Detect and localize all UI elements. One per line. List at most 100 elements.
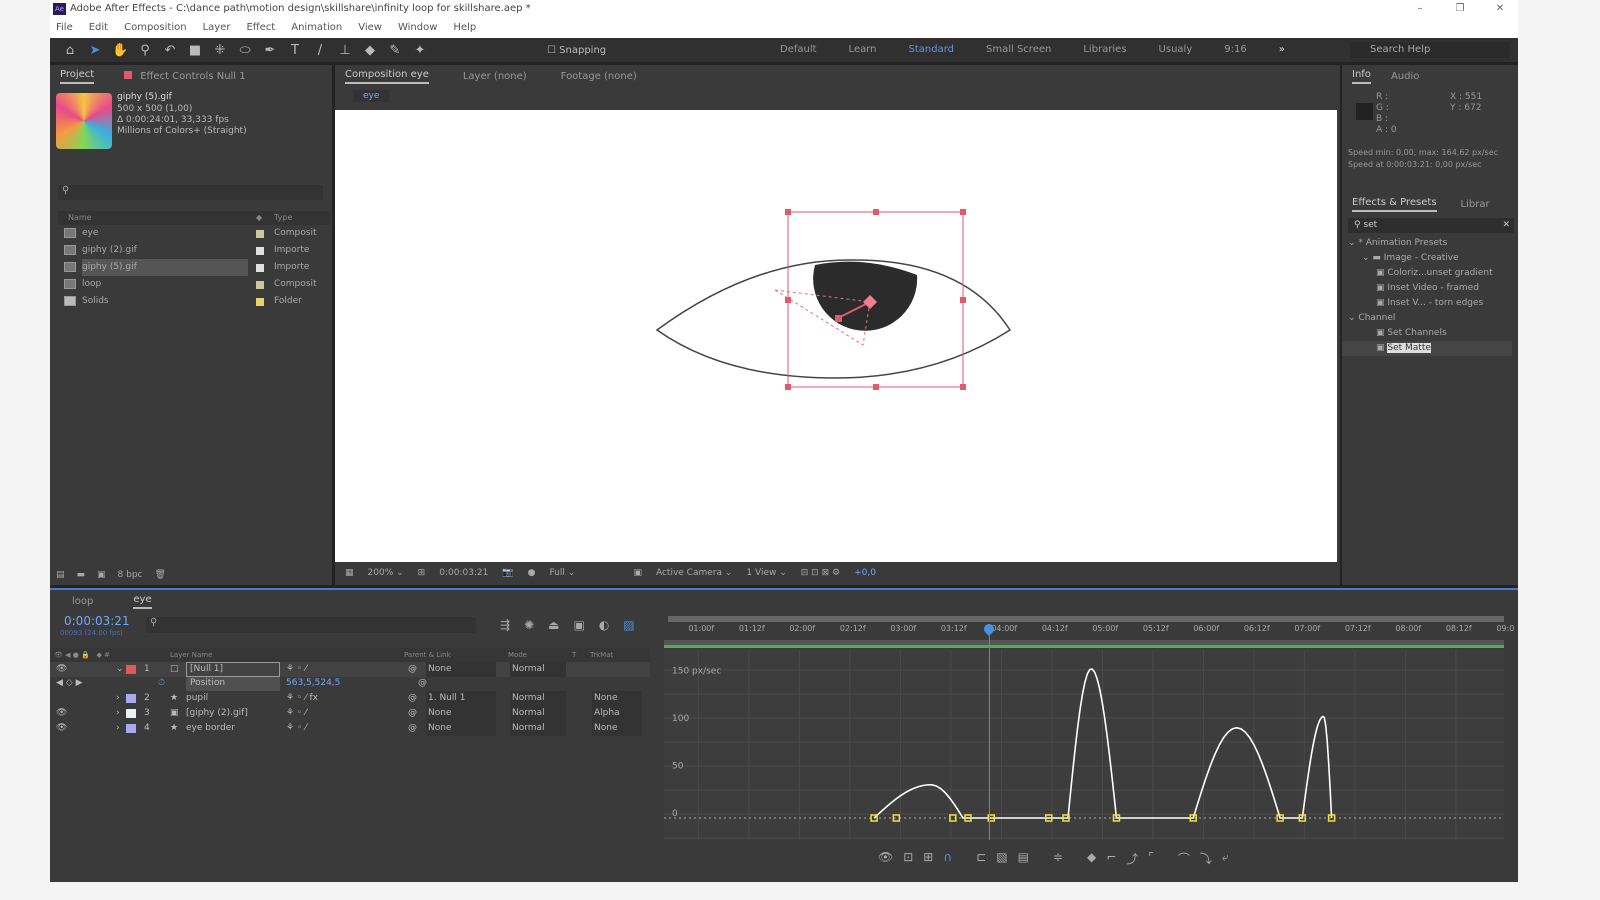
type-icon[interactable]: T [287, 43, 303, 58]
pickwhip-icon[interactable]: @ [408, 706, 417, 721]
fit-selection-icon[interactable]: ⊏ [976, 850, 986, 867]
timeline-search-input[interactable]: ⚲ [146, 617, 476, 633]
mode-dropdown[interactable]: Normal [510, 706, 566, 721]
views-dropdown[interactable]: 1 View ⌄ [746, 568, 786, 578]
layer-name[interactable]: [Null 1] [186, 662, 280, 677]
fit-all-icon[interactable]: ▧ [996, 850, 1007, 867]
project-item[interactable]: giphy (5).gif Importe [58, 259, 330, 276]
expand-chevron-icon[interactable]: › [116, 691, 120, 706]
separate-dimensions-icon[interactable]: ▤ [1018, 850, 1029, 867]
layer-row[interactable]: 👁 › 3 ▣ [giphy (2).gif] ⚘ ◦ ⁄ @ None Normal Alpha [50, 706, 650, 721]
resolution-dropdown[interactable]: Full ⌄ [549, 568, 619, 578]
workspace-standard[interactable]: Standard [909, 38, 955, 62]
expand-chevron-icon[interactable]: › [116, 721, 120, 736]
project-item[interactable]: loop Composit [58, 276, 330, 293]
label-color[interactable] [126, 709, 136, 718]
hand-icon[interactable]: ✋ [112, 43, 128, 58]
menu-help[interactable]: Help [453, 18, 476, 38]
label-color[interactable] [126, 694, 136, 703]
restore-icon[interactable]: ❐ [1440, 0, 1480, 18]
brush-icon[interactable]: / [312, 43, 328, 58]
ease-icon[interactable]: ⤶ [1222, 850, 1229, 867]
menu-window[interactable]: Window [398, 18, 437, 38]
expand-chevron-icon[interactable]: ⌄ [116, 662, 124, 677]
close-icon[interactable]: ✕ [1480, 0, 1520, 18]
speed-graph[interactable]: 150 px/sec 100 50 0 [664, 650, 1507, 863]
keyframe-nav-icon[interactable]: ◀ ◇ ▶ [56, 676, 83, 691]
grid-icon[interactable]: ⊞ [418, 568, 426, 578]
color-picker-icon[interactable]: ● [528, 568, 536, 578]
tab-layer[interactable]: Layer (none) [463, 71, 527, 82]
column-type[interactable]: Type [274, 211, 292, 225]
menu-edit[interactable]: Edit [89, 18, 108, 38]
menu-view[interactable]: View [358, 18, 382, 38]
parent-dropdown[interactable]: None [426, 706, 496, 721]
eraser-icon[interactable]: ◆ [362, 43, 378, 58]
expand-chevron-icon[interactable]: › [116, 706, 120, 721]
layer-switches[interactable]: ⚘ ◦ ⁄ fx [286, 691, 318, 706]
visibility-eye-icon[interactable]: 👁 [56, 721, 67, 736]
visibility-eye-icon[interactable]: 👁 [56, 706, 67, 721]
show-properties-icon[interactable]: 👁 [878, 850, 893, 867]
menu-layer[interactable]: Layer [203, 18, 231, 38]
draft-3d-icon[interactable]: ✺ [524, 618, 534, 632]
graph-editor-icon[interactable]: ▨ [623, 618, 634, 632]
pickwhip-icon[interactable]: @ [408, 721, 417, 736]
time-ruler[interactable]: 01:00f 01:12f 02:00f 02:12f 03:00f 03:12f 04:0… [664, 624, 1514, 638]
snapping-checkbox[interactable]: ☐ Snapping [547, 45, 606, 56]
workspace-small-screen[interactable]: Small Screen [986, 38, 1051, 62]
effects-tree-item[interactable]: ▣ Inset V... - torn edges [1342, 296, 1512, 311]
tab-composition-eye[interactable]: Composition eye [345, 69, 429, 84]
tab-loop[interactable]: loop [72, 596, 93, 607]
interpret-footage-icon[interactable]: ▤ [56, 570, 65, 580]
region-of-interest-icon[interactable]: ▣ [633, 568, 642, 578]
trash-icon[interactable]: 🗑 [155, 570, 166, 580]
menu-composition[interactable]: Composition [124, 18, 186, 38]
tab-libraries[interactable]: Librar [1461, 199, 1490, 210]
layer-switches[interactable]: ⚘ ◦ ⁄ [286, 662, 307, 677]
effects-tree-item[interactable]: ▣ Coloriz...unset gradient [1342, 266, 1512, 281]
puppet-pin-icon[interactable]: ✦ [412, 43, 428, 58]
timeline-timecode[interactable]: 0:00:03:21 [64, 614, 130, 628]
linear-icon[interactable]: ⌐ [1106, 850, 1116, 867]
tab-footage[interactable]: Footage (none) [561, 71, 637, 82]
mode-dropdown[interactable]: Normal [510, 721, 566, 736]
parent-dropdown[interactable]: None [426, 662, 496, 677]
expand-chevron-icon[interactable]: ⌄ [1348, 313, 1358, 323]
layer-row[interactable]: › 2 ★ pupil ⚘ ◦ ⁄ fx @1. Null 1 Normal None [50, 691, 650, 706]
ease-in-icon[interactable]: ⌒ [1178, 850, 1190, 867]
snapshot-icon[interactable]: 📷 [502, 568, 513, 578]
parent-dropdown[interactable]: None [426, 721, 496, 736]
project-item[interactable]: Solids Folder [58, 293, 330, 310]
menu-effect[interactable]: Effect [246, 18, 275, 38]
layer-switches[interactable]: ⚘ ◦ ⁄ [286, 706, 307, 721]
auto-bezier-icon[interactable]: ⤴ [1126, 850, 1138, 867]
hold-icon[interactable]: ◆ [1087, 850, 1096, 867]
project-item[interactable]: eye Composit [58, 225, 330, 242]
shy-icon[interactable]: ⏏ [548, 618, 559, 632]
workspace-libraries[interactable]: Libraries [1083, 38, 1126, 62]
effects-tree-item[interactable]: ⌄ Channel [1342, 311, 1512, 326]
new-comp-icon[interactable]: ▣ [97, 570, 106, 580]
position-value[interactable]: 563,5,524,5 [286, 676, 340, 691]
roto-brush-icon[interactable]: ✎ [387, 43, 403, 58]
more-workspaces-icon[interactable]: » [1279, 38, 1285, 62]
effects-search-input[interactable]: ⚲ set ✕ [1348, 218, 1514, 233]
exposure-value[interactable]: +0,0 [854, 568, 876, 578]
camera-icon[interactable]: ■ [187, 43, 203, 58]
ellipse-icon[interactable]: ⬭ [237, 43, 253, 58]
frame-blending-icon[interactable]: ▣ [573, 618, 584, 632]
home-icon[interactable]: ⌂ [62, 43, 78, 58]
tab-effects-presets[interactable]: Effects & Presets [1352, 197, 1437, 212]
effects-tree-item[interactable]: ▣ Set Channels [1342, 326, 1512, 341]
tab-info[interactable]: Info [1352, 69, 1371, 84]
selected-item-name[interactable]: giphy (5).gif [117, 92, 172, 102]
tab-eye[interactable]: eye [133, 594, 152, 609]
trkmat-dropdown[interactable]: Alpha [592, 706, 642, 721]
new-folder-icon[interactable]: ▬ [77, 570, 86, 580]
bpc-label[interactable]: 8 bpc [118, 570, 143, 580]
effects-tree-item[interactable]: ⌄ * Animation Presets [1342, 236, 1512, 251]
expand-chevron-icon[interactable]: ⌄ [1348, 238, 1358, 248]
search-help-input[interactable]: Search Help [1350, 42, 1510, 58]
comp-flowchart-icon[interactable]: ⇶ [500, 618, 510, 632]
